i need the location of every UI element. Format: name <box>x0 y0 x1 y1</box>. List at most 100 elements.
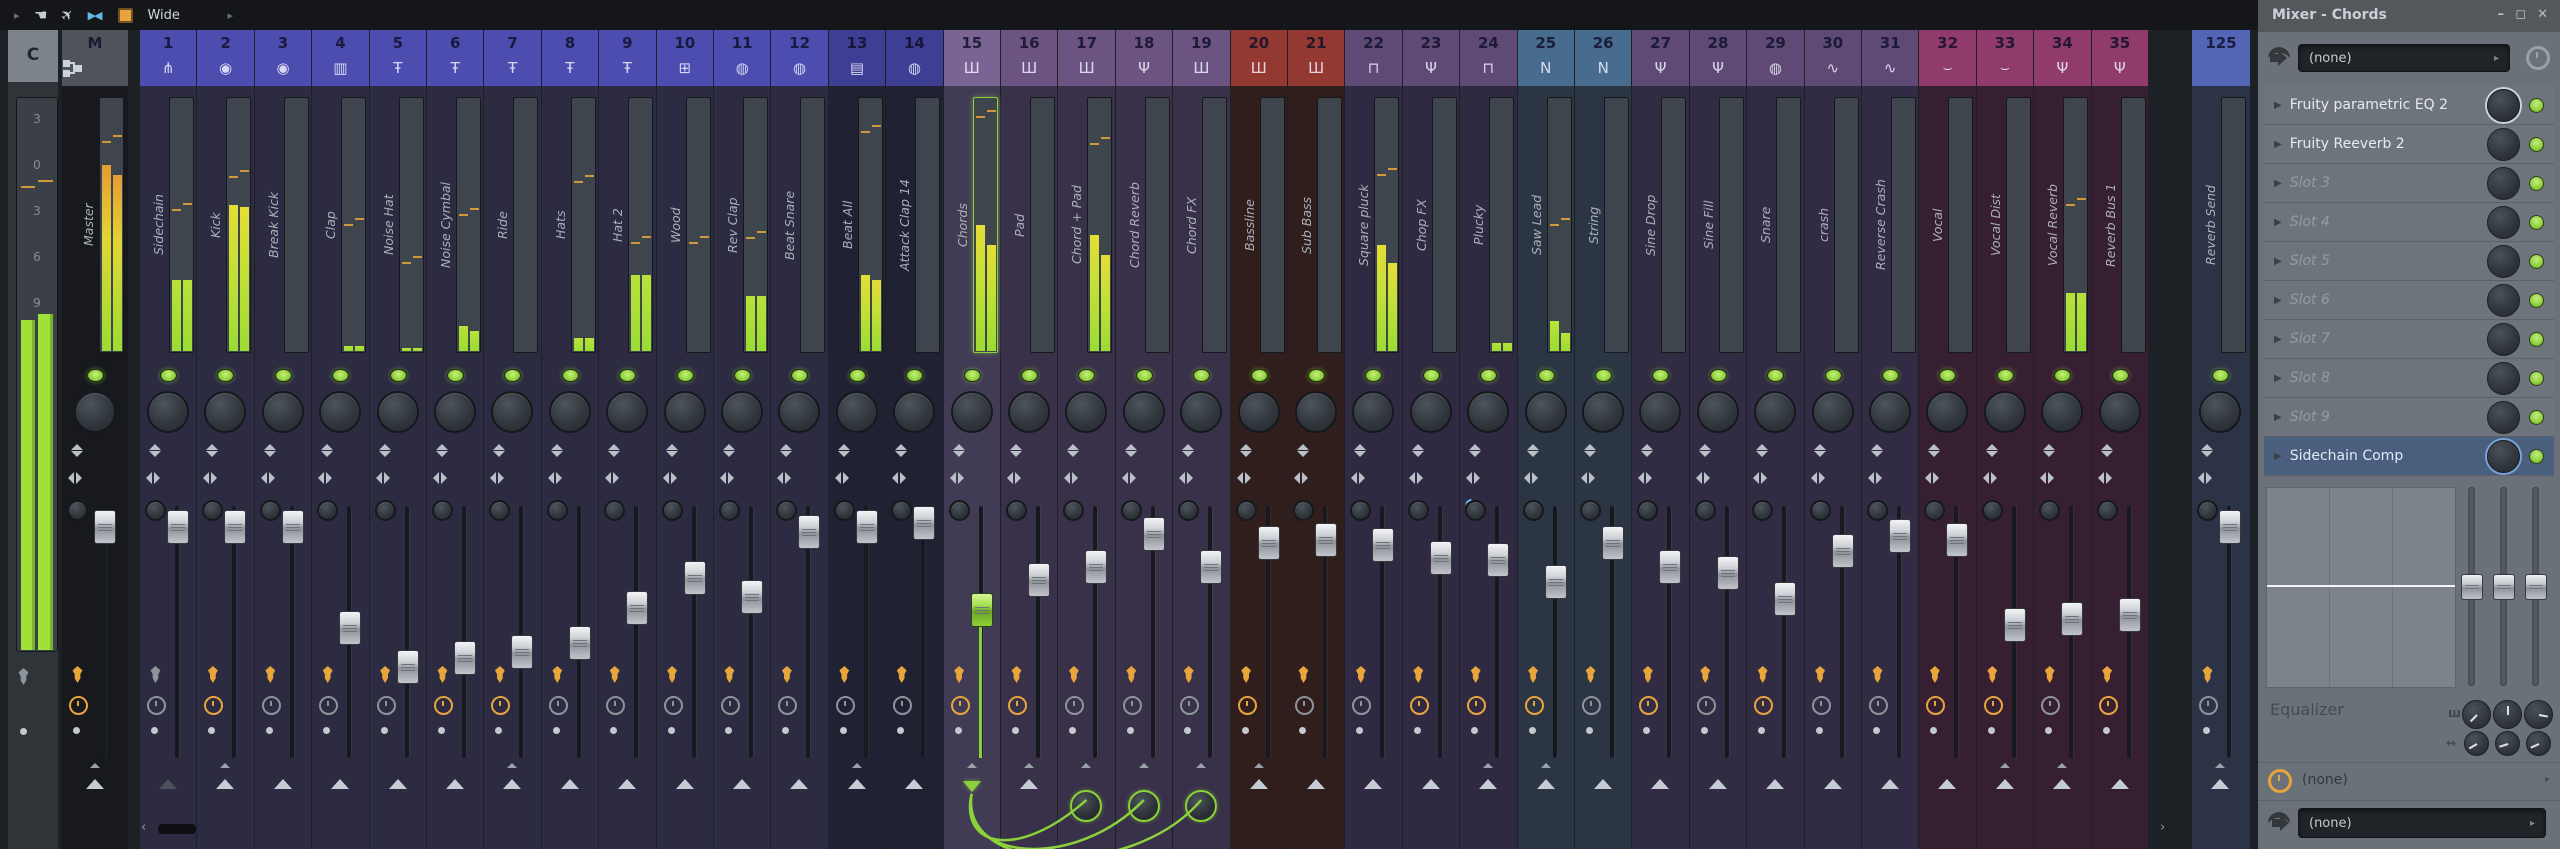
volume-fader[interactable] <box>1659 550 1681 584</box>
slot-expand-arrow-icon[interactable]: ▶ <box>2274 373 2282 384</box>
track-header[interactable]: 25N <box>1518 30 1574 86</box>
track-header[interactable]: 27Ψ <box>1632 30 1688 86</box>
latch-lamp-icon[interactable] <box>1871 666 1884 683</box>
volume-fader[interactable] <box>1889 519 1911 553</box>
time-row-arrow-icon[interactable]: ▸ <box>2545 774 2550 785</box>
send-small-arrow-icon[interactable] <box>1081 763 1091 768</box>
stereo-separation-arrows-icon[interactable] <box>2042 443 2056 458</box>
track-enable-led[interactable] <box>160 369 177 382</box>
latch-lamp-icon[interactable] <box>1469 666 1482 683</box>
record-arm-dot[interactable] <box>1930 727 1937 734</box>
track-header[interactable]: 33⌣ <box>1977 30 2033 86</box>
audio-input-icon[interactable] <box>2266 45 2292 71</box>
pan-knob[interactable] <box>377 391 419 433</box>
audio-output-icon[interactable] <box>2266 810 2292 836</box>
pan-arrows-icon[interactable] <box>777 471 791 485</box>
track-enable-led[interactable] <box>1193 369 1210 382</box>
route-to-master-arrow[interactable] <box>905 779 923 789</box>
track-header[interactable]: 1⋔ <box>140 30 196 86</box>
track-enable-led[interactable] <box>1538 369 1555 382</box>
track-enable-led[interactable] <box>1825 369 1842 382</box>
pan-arrows-icon[interactable] <box>548 471 562 485</box>
track-enable-led[interactable] <box>619 369 636 382</box>
pan-knob[interactable] <box>1238 391 1280 433</box>
slot-expand-arrow-icon[interactable]: ▶ <box>2274 139 2282 150</box>
record-arm-dot[interactable] <box>1012 727 1019 734</box>
plugin-delay-clock-icon[interactable] <box>549 696 568 715</box>
send-small-arrow-icon[interactable] <box>1541 763 1551 768</box>
slot-enable-led[interactable] <box>2529 215 2544 230</box>
latch-lamp-icon[interactable] <box>379 666 392 683</box>
stereo-knob[interactable] <box>719 500 740 521</box>
track-enable-led[interactable] <box>1767 369 1784 382</box>
pan-knob[interactable] <box>2199 391 2241 433</box>
pan-arrows-icon[interactable] <box>433 471 447 485</box>
track-header[interactable]: 20Ш <box>1231 30 1287 86</box>
slot-mix-knob[interactable] <box>2487 128 2520 161</box>
plugin-delay-clock-icon[interactable] <box>319 696 338 715</box>
pan-knob[interactable] <box>1984 391 2026 433</box>
plugin-slot-3[interactable]: ▶Slot 3 <box>2264 164 2554 203</box>
track-header[interactable]: 16Ш <box>1001 30 1057 86</box>
stereo-knob[interactable] <box>1121 500 1142 521</box>
stereo-knob[interactable] <box>1637 500 1658 521</box>
route-to-master-arrow[interactable] <box>389 779 407 789</box>
pan-arrows-icon[interactable] <box>1868 471 1882 485</box>
pan-knob[interactable] <box>2099 391 2141 433</box>
latch-lamp-icon[interactable] <box>2101 666 2114 683</box>
track-header[interactable]: 28Ψ <box>1690 30 1746 86</box>
track-header[interactable]: 6Ŧ <box>427 30 483 86</box>
latch-lamp-icon[interactable] <box>895 666 908 683</box>
input-source-dropdown[interactable]: (none)▸ <box>2298 44 2510 72</box>
slot-mix-knob[interactable] <box>2487 167 2520 200</box>
stereo-separation-arrows-icon[interactable] <box>1468 443 1482 458</box>
eq-band2-width-knob[interactable] <box>2495 731 2520 756</box>
track-enable-led[interactable] <box>447 369 464 382</box>
send-small-arrow-icon[interactable] <box>1139 763 1149 768</box>
pan-arrows-icon[interactable] <box>1753 471 1767 485</box>
route-to-master-arrow[interactable] <box>848 779 866 789</box>
plugin-delay-clock-icon[interactable] <box>1984 696 2003 715</box>
pan-arrows-icon[interactable] <box>1237 471 1251 485</box>
track-header[interactable]: 2◉ <box>197 30 253 86</box>
send-level-knob[interactable] <box>1128 790 1160 822</box>
pan-knob[interactable] <box>1008 391 1050 433</box>
stereo-separation-arrows-icon[interactable] <box>837 443 851 458</box>
plugin-delay-clock-icon[interactable] <box>1467 696 1486 715</box>
stereo-separation-arrows-icon[interactable] <box>722 443 736 458</box>
stereo-separation-arrows-icon[interactable] <box>607 443 621 458</box>
track-header[interactable]: 29◍ <box>1747 30 1803 86</box>
pan-knob[interactable] <box>1639 391 1681 433</box>
latch-lamp-icon[interactable] <box>1125 666 1138 683</box>
pan-knob[interactable] <box>606 391 648 433</box>
plugin-delay-clock-icon[interactable] <box>147 696 166 715</box>
pan-arrows-icon[interactable] <box>490 471 504 485</box>
plugin-delay-clock-icon[interactable] <box>1697 696 1716 715</box>
stereo-knob[interactable] <box>1408 500 1429 521</box>
latch-lamp-icon[interactable] <box>1699 666 1712 683</box>
stereo-knob[interactable] <box>1178 500 1199 521</box>
track-header[interactable]: 4▥ <box>312 30 368 86</box>
record-arm-dot[interactable] <box>2203 727 2210 734</box>
plugin-delay-clock-icon[interactable] <box>951 696 970 715</box>
track-enable-led[interactable] <box>1997 369 2014 382</box>
track-enable-led[interactable] <box>734 369 751 382</box>
plugin-delay-clock-icon[interactable] <box>491 696 510 715</box>
volume-fader[interactable] <box>684 561 706 595</box>
track-header[interactable]: 13▤ <box>829 30 885 86</box>
track-header[interactable]: 24⊓ <box>1460 30 1516 86</box>
route-to-master-arrow[interactable] <box>2053 779 2071 789</box>
scroll-right-arrow[interactable]: › <box>2160 820 2165 835</box>
slot-mix-knob[interactable] <box>2487 89 2520 122</box>
stereo-separation-arrows-icon[interactable] <box>1927 443 1941 458</box>
pan-arrows-icon[interactable] <box>1351 471 1365 485</box>
plugin-delay-clock-icon[interactable] <box>1065 696 1084 715</box>
track-enable-led[interactable] <box>1423 369 1440 382</box>
stereo-separation-arrows-icon[interactable] <box>894 443 908 458</box>
volume-fader[interactable] <box>1717 556 1739 590</box>
pan-knob[interactable] <box>893 391 935 433</box>
route-to-master-arrow[interactable] <box>790 779 808 789</box>
send-small-arrow-icon[interactable] <box>2057 763 2067 768</box>
pan-knob[interactable] <box>2041 391 2083 433</box>
plugin-delay-clock-icon[interactable] <box>1410 696 1429 715</box>
